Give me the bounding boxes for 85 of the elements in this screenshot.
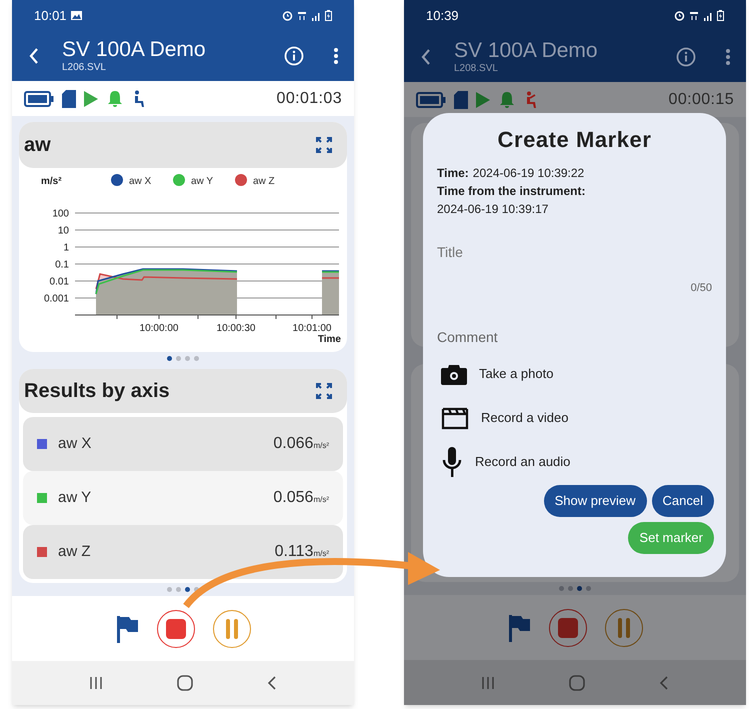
- legend-item: aw Y: [173, 174, 214, 188]
- y-tick-label: 1: [63, 242, 69, 254]
- time-label: Time:: [437, 165, 469, 182]
- signal-icon: [311, 10, 321, 21]
- pause-icon: [617, 618, 631, 638]
- dialog-button[interactable]: Cancel: [652, 484, 714, 516]
- back-icon[interactable]: [420, 48, 432, 66]
- signal-icon: [703, 10, 713, 21]
- card-title: Results by axis: [24, 379, 170, 404]
- battery-icon: [24, 90, 54, 107]
- elapsed-time: 00:01:03: [276, 88, 342, 109]
- y-tick-label: 100: [52, 208, 69, 220]
- attachment-option[interactable]: Record an audio: [437, 442, 712, 480]
- network-icon: [689, 10, 699, 21]
- x-tick-label: 10:00:00: [140, 323, 178, 334]
- stop-button[interactable]: [549, 608, 587, 647]
- y-tick-label: 0.01: [50, 276, 69, 288]
- flag-icon[interactable]: [115, 614, 139, 644]
- pause-icon: [225, 618, 239, 639]
- axis-value: 0.056: [273, 488, 314, 508]
- y-tick-label: 0.1: [55, 260, 69, 271]
- attachment-option[interactable]: Record a video: [437, 398, 712, 436]
- battery-icon: [416, 92, 446, 108]
- x-tick-label: 10:00:30: [216, 323, 256, 334]
- play-icon: [84, 90, 98, 107]
- value-unit: m/s²: [313, 494, 329, 506]
- expand-icon[interactable]: [315, 382, 333, 400]
- info-icon[interactable]: [676, 46, 696, 67]
- recent-apps-icon[interactable]: [89, 676, 103, 690]
- y-tick-label: 10: [58, 226, 69, 237]
- axis-name: aw Z: [58, 542, 91, 562]
- file-name: L206.SVL: [62, 63, 107, 74]
- app-title: SV 100A Demo: [62, 39, 207, 60]
- expand-icon[interactable]: [315, 136, 333, 154]
- dialog-title: Create Marker: [498, 126, 652, 154]
- home-icon[interactable]: [177, 674, 193, 691]
- clock-time: 10:39: [426, 7, 459, 26]
- comment-field[interactable]: Comment: [437, 322, 712, 350]
- title-field[interactable]: Title: [437, 238, 712, 266]
- play-icon: [476, 92, 490, 108]
- value-unit: m/s²: [313, 440, 329, 452]
- axis-name: aw X: [58, 434, 92, 454]
- character-counter: 0/50: [690, 281, 712, 296]
- file-name: L208.SVL: [454, 64, 499, 74]
- axis-name: aw Y: [58, 488, 92, 508]
- network-icon: [297, 10, 307, 21]
- more-icon[interactable]: [334, 47, 338, 66]
- camera-icon: [441, 362, 467, 384]
- back-icon[interactable]: [28, 47, 40, 66]
- battery-charging-icon: [325, 10, 332, 22]
- axis-value: 0.066: [273, 434, 314, 454]
- app-title: SV 100A Demo: [454, 40, 599, 61]
- attachment-option[interactable]: Take a photo: [437, 354, 712, 392]
- sd-card-icon: [62, 90, 76, 108]
- recent-apps-icon[interactable]: [481, 676, 495, 690]
- more-icon[interactable]: [726, 48, 730, 66]
- bell-icon: [498, 90, 516, 109]
- battery-charging-icon: [717, 10, 724, 22]
- back-icon[interactable]: [267, 676, 277, 690]
- y-tick-label: 0.001: [44, 294, 69, 305]
- x-axis-title: Time: [318, 334, 341, 346]
- alarm-icon: [674, 10, 685, 22]
- stop-icon: [558, 618, 578, 638]
- alarm-icon: [282, 10, 293, 22]
- x-tick-label: 10:01:00: [292, 323, 332, 334]
- instrument-time-label: Time from the instrument:: [437, 183, 586, 200]
- legend-item: aw X: [111, 174, 152, 188]
- dialog-button[interactable]: Show preview: [544, 484, 647, 516]
- stop-button[interactable]: [157, 610, 195, 648]
- clock-time: 10:01: [34, 7, 67, 26]
- instrument-time-value: 2024-06-19 10:39:17: [437, 201, 550, 218]
- home-icon[interactable]: [569, 674, 585, 691]
- flag-icon[interactable]: [507, 612, 531, 643]
- y-axis-unit: m/s²: [41, 176, 62, 188]
- time-value: 2024-06-19 10:39:22: [472, 165, 584, 182]
- bell-icon: [106, 90, 124, 108]
- elapsed-time: 00:00:15: [668, 90, 734, 110]
- value-unit: m/s²: [313, 548, 329, 560]
- microphone-icon: [441, 446, 463, 478]
- card-title: aw: [24, 133, 51, 158]
- clapperboard-icon: [441, 406, 469, 430]
- stop-icon: [166, 618, 186, 639]
- axis-value: 0.113: [274, 542, 314, 562]
- sd-card-icon: [454, 90, 468, 109]
- legend-item: aw Z: [235, 174, 275, 188]
